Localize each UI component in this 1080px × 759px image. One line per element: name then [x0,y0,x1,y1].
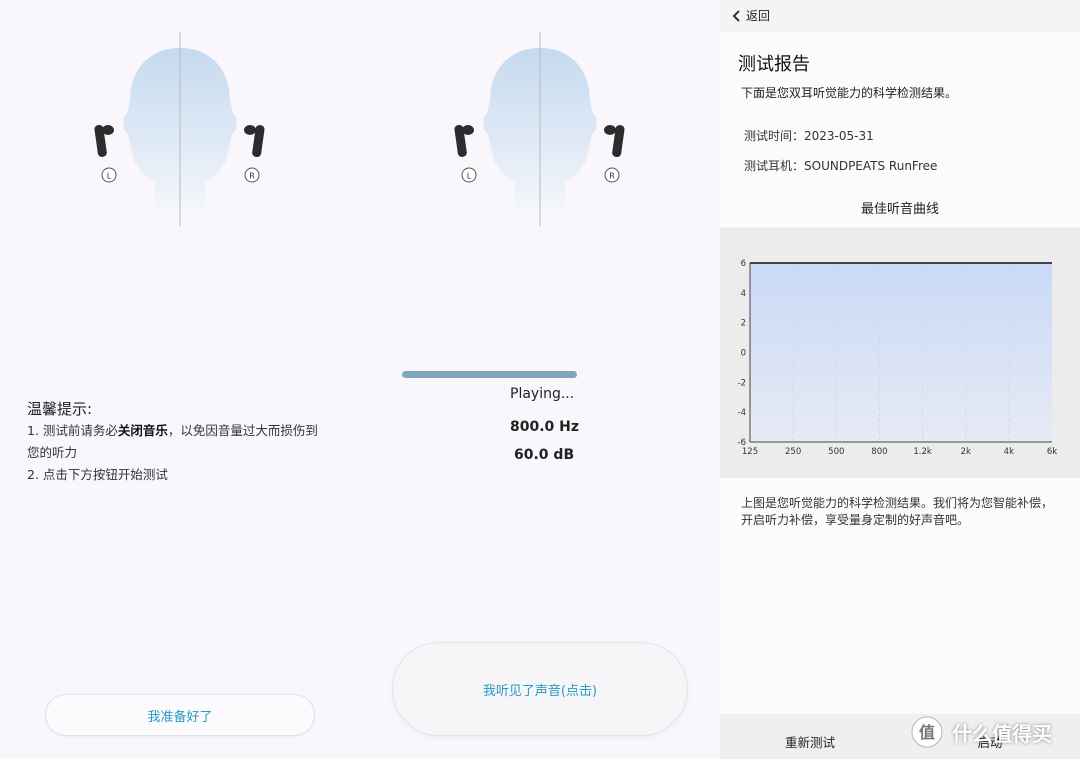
head-illustration: L R [454,32,625,226]
report-subtitle: 下面是您双耳听觉能力的科学检测结果。 [741,86,958,100]
left-earbud-icon [94,124,114,157]
right-ear-label: R [609,172,615,181]
x-tick-label: 125 [742,447,758,457]
y-tick-label: 6 [741,259,746,269]
left-ear-label: L [467,172,472,181]
back-button[interactable]: 返回 [732,7,770,24]
left-ear-label: L [107,172,112,181]
chevron-left-icon [732,9,740,22]
heard-sound-button[interactable]: 我听见了声音(点击) [392,642,688,736]
report-title: 测试报告 [738,54,810,75]
head-illustration: L R [94,32,265,226]
test-level: 60.0 dB [514,447,575,463]
tip-1-emphasis: 关闭音乐 [117,423,168,438]
y-tick-label: 0 [741,349,746,359]
test-time: 测试时间：2023-05-31 [744,129,874,143]
tip-2: 2. 点击下方按钮开始测试 [27,467,168,482]
y-tick-label: 2 [741,319,746,329]
x-tick-label: 1.2k [913,447,932,457]
x-tick-label: 250 [785,447,801,457]
x-tick-label: 4k [1004,447,1014,457]
playback-progress-bar [402,371,577,378]
right-ear-label: R [249,172,255,181]
curve-title: 最佳听音曲线 [860,202,939,217]
y-tick-label: -2 [738,378,746,388]
hearing-curve-chart: 6420-2-4-6125 250 500 800 1.2k 2k 4k 6k [738,259,1058,457]
retest-button[interactable]: 重新测试 [720,714,900,759]
tip-1: 1. 测试前请务必关闭音乐，以免因音量过大而损伤到 [27,423,318,438]
svg-text:值: 值 [919,723,935,742]
curve-area [750,263,1052,442]
y-tick-label: -4 [738,408,746,418]
x-tick-label: 800 [871,447,887,457]
watermark: 值 什么值得买 [910,712,1080,752]
x-tick-label: 6k [1047,447,1057,457]
tips-title: 温馨提示: [27,400,93,418]
result-description: 上图是您听觉能力的科学检测结果。我们将为您智能补偿，开启听力补偿，享受量身定制的… [741,496,1054,527]
test-report-panel: 返回 测试报告 下面是您双耳听觉能力的科学检测结果。 测试时间：2023-05-… [720,0,1080,759]
tip-1-continued: 您的听力 [27,445,78,460]
x-tick-label: 500 [828,447,844,457]
ready-button[interactable]: 我准备好了 [45,694,315,736]
back-label: 返回 [746,9,771,23]
hearing-test-intro-panel: L R 温馨提示: 1. 测试前请务必关闭音乐，以免因音量过大而损伤到 您的听力… [0,0,360,759]
test-device: 测试耳机：SOUNDPEATS RunFree [744,159,938,173]
left-earbud-icon [454,124,474,157]
right-earbud-icon [604,125,625,158]
right-earbud-icon [244,125,265,158]
watermark-logo-icon: 值 [911,716,943,748]
playback-status: Playing... [510,386,575,402]
x-tick-label: 2k [961,447,971,457]
hearing-test-playing-panel: L R Playing... 800.0 Hz 60.0 dB 我听见了声音(点… [360,0,720,759]
y-tick-label: 4 [741,289,746,299]
watermark-text: 什么值得买 [952,721,1052,746]
test-frequency: 800.0 Hz [510,419,580,435]
